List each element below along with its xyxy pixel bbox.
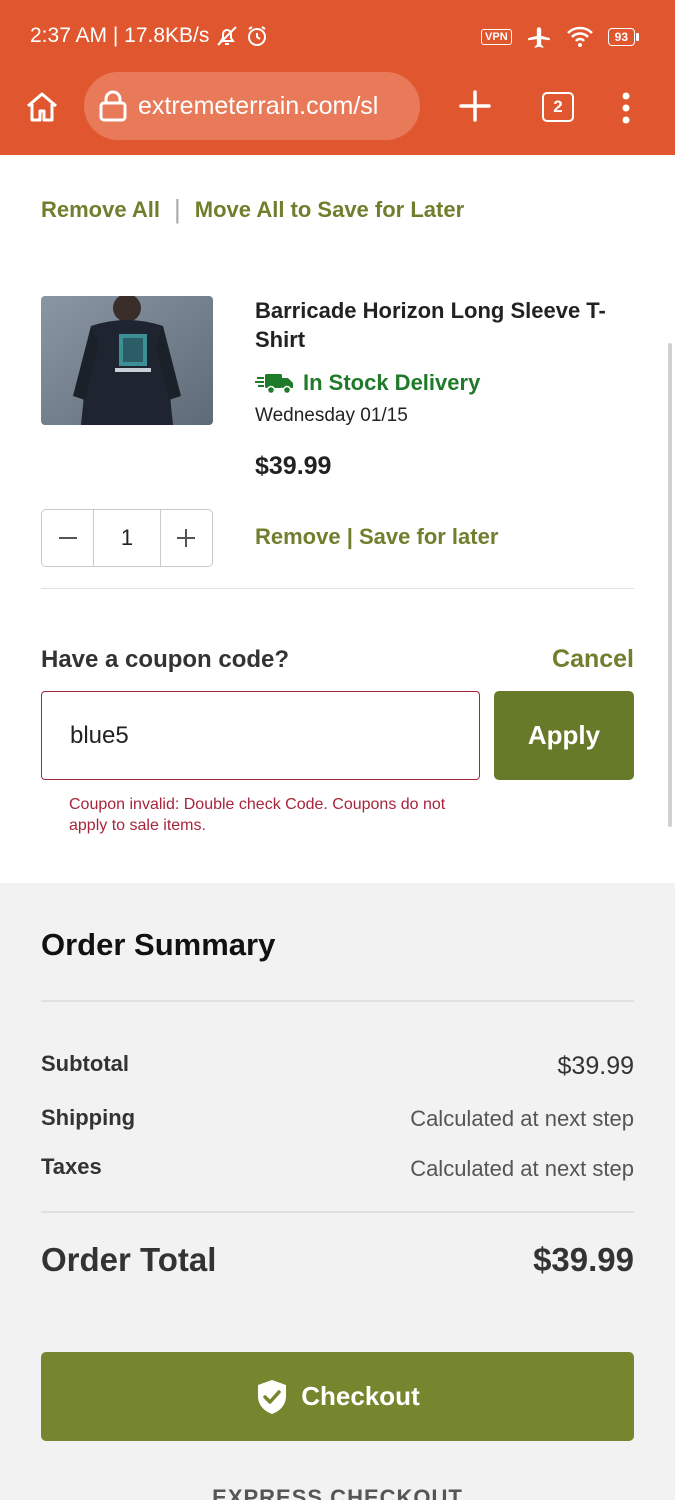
subtotal-label: Subtotal — [41, 1051, 129, 1076]
plus-icon — [177, 529, 196, 547]
alarm-icon — [248, 26, 267, 46]
order-total-label: Order Total — [41, 1241, 217, 1278]
checkout-label: Checkout — [301, 1381, 420, 1411]
taxes-label: Taxes — [41, 1154, 102, 1179]
remove-item-link[interactable]: Remove — [255, 524, 341, 549]
status-time: 2:37 AM | 17.8KB/s — [30, 24, 210, 47]
product-title[interactable]: Barricade Horizon Long Sleeve T-Shirt — [255, 296, 640, 354]
browser-header: 2:37 AM | 17.8KB/s VPN 93 extremeterrain… — [0, 0, 675, 155]
shipping-value: Calculated at next step — [410, 1106, 634, 1131]
shipping-label: Shipping — [41, 1105, 136, 1130]
divider — [41, 1211, 634, 1213]
move-all-save-later-link[interactable]: Move All to Save for Later — [195, 197, 464, 223]
apply-coupon-button[interactable]: Apply — [494, 691, 634, 780]
coupon-error-message: Coupon invalid: Double check Code. Coupo… — [69, 796, 446, 834]
action-separator: | — [346, 524, 353, 549]
product-image[interactable] — [41, 296, 213, 425]
quantity-value[interactable]: 1 — [93, 510, 161, 566]
more-menu-icon[interactable] — [618, 92, 634, 124]
item-price: $39.99 — [255, 452, 332, 480]
airplane-mode-icon — [527, 27, 550, 48]
decrease-quantity-button[interactable] — [42, 510, 93, 566]
stock-status: In Stock Delivery — [255, 370, 480, 396]
save-for-later-link[interactable]: Save for later — [359, 524, 498, 549]
minus-icon — [58, 537, 77, 539]
subtotal-value: $39.99 — [557, 1052, 634, 1080]
wifi-icon — [566, 26, 593, 47]
address-bar[interactable]: extremeterrain.com/sl — [84, 72, 420, 140]
order-summary-title: Order Summary — [41, 927, 276, 962]
separator: | — [174, 194, 181, 224]
home-icon[interactable] — [22, 87, 62, 127]
item-actions: Remove | Save for later — [255, 524, 498, 550]
express-checkout-heading: EXPRESS CHECKOUT — [212, 1485, 463, 1500]
order-total-value: $39.99 — [533, 1241, 634, 1278]
delivery-truck-icon — [255, 374, 293, 395]
order-summary: Order Summary Subtotal $39.99 Shipping C… — [0, 883, 675, 1500]
increase-quantity-button[interactable] — [161, 510, 212, 566]
divider — [41, 1000, 634, 1002]
divider — [41, 588, 634, 589]
quantity-stepper: 1 — [41, 509, 213, 567]
mute-notification-icon — [217, 26, 238, 46]
coupon-label: Have a coupon code? — [41, 646, 290, 673]
new-tab-icon[interactable] — [458, 89, 492, 123]
cart-bulk-actions: Remove All | Move All to Save for Later — [41, 194, 464, 225]
checkout-button[interactable]: Checkout — [41, 1352, 634, 1441]
stock-label: In Stock Delivery — [303, 370, 481, 395]
coupon-code-input[interactable] — [41, 691, 480, 780]
coupon-cancel-link[interactable]: Cancel — [552, 645, 634, 674]
status-bar: 2:37 AM | 17.8KB/s VPN 93 — [0, 0, 675, 72]
delivery-date: Wednesday 01/15 — [255, 405, 408, 426]
browser-toolbar: extremeterrain.com/sl 2 — [0, 72, 675, 142]
scrollbar[interactable] — [668, 343, 672, 827]
url-text: extremeterrain.com/sl — [138, 92, 379, 120]
battery-level: 93 — [607, 28, 635, 46]
battery-icon: 93 — [607, 28, 639, 46]
taxes-value: Calculated at next step — [410, 1156, 634, 1181]
shield-check-icon — [258, 1379, 287, 1414]
vpn-badge: VPN — [481, 29, 512, 45]
lock-icon — [99, 90, 127, 122]
tab-switcher-button[interactable]: 2 — [542, 92, 574, 122]
remove-all-link[interactable]: Remove All — [41, 197, 160, 223]
